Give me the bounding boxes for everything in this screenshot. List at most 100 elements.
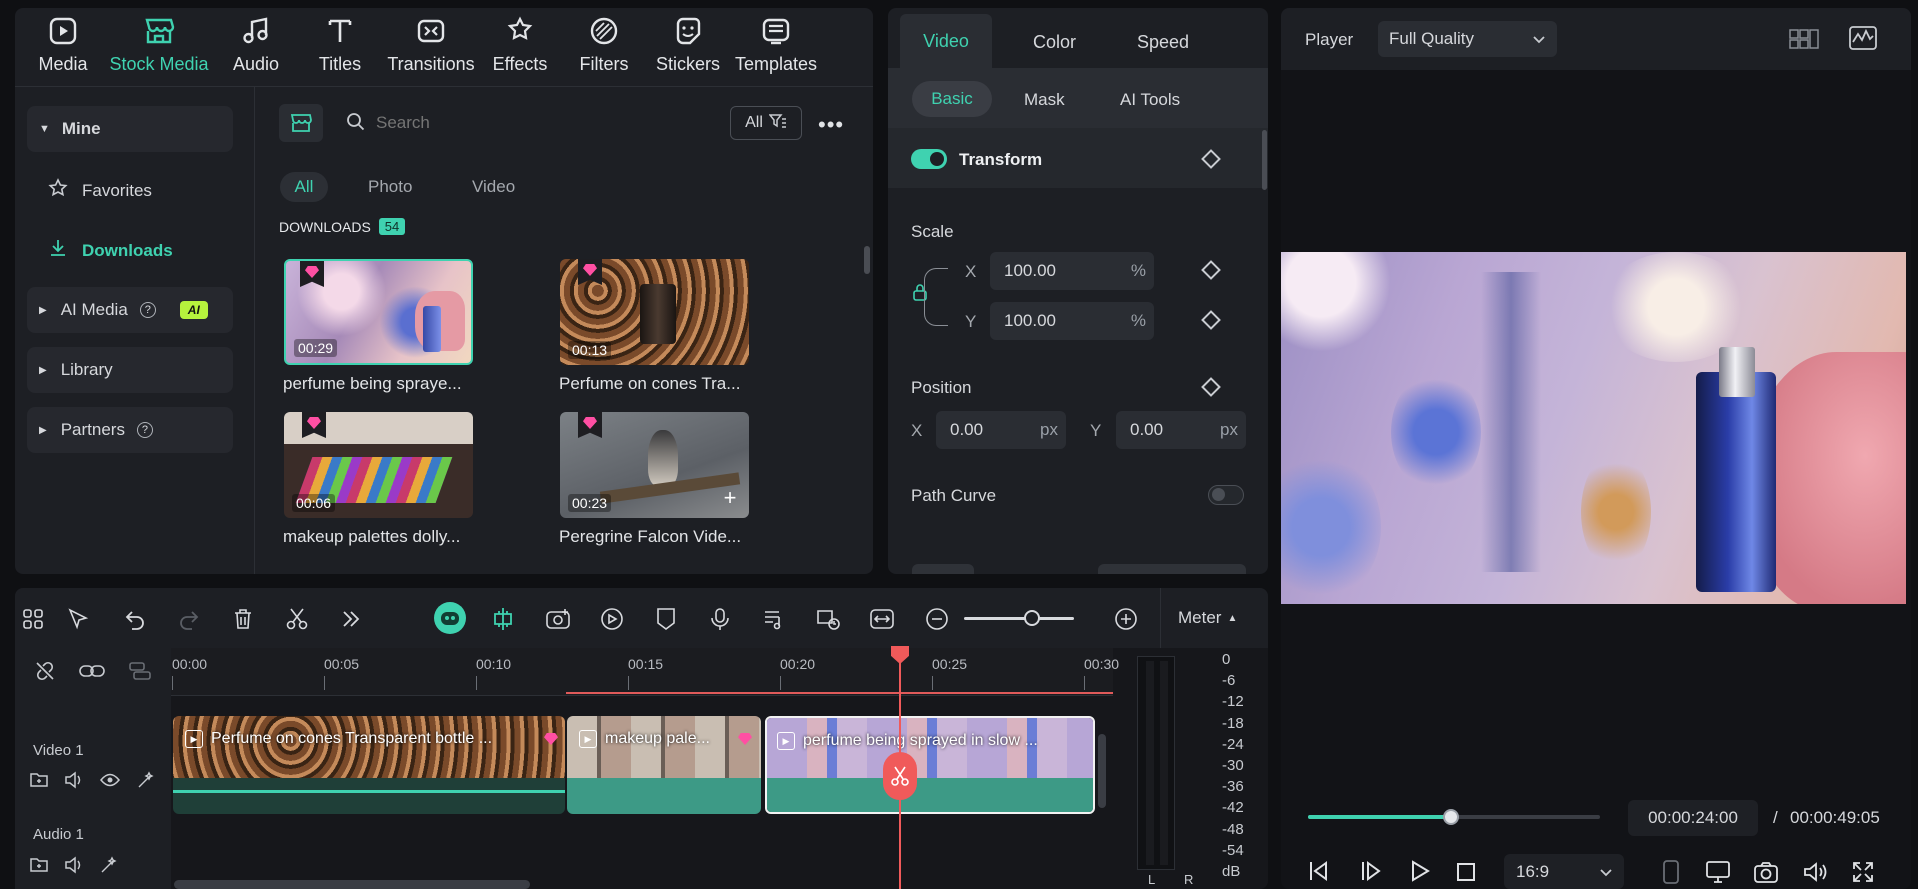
timeline-clip-selected[interactable]: ▶ perfume being sprayed in slow ... <box>765 716 1095 814</box>
nav-effects[interactable]: Effects <box>490 14 550 75</box>
snapshot-icon[interactable] <box>1753 860 1779 889</box>
motion-tracking-icon[interactable] <box>597 604 627 634</box>
split-scissors-icon[interactable] <box>282 604 312 634</box>
subtab-ai-tools[interactable]: AI Tools <box>1120 90 1180 110</box>
bottom-button-stub[interactable] <box>912 564 974 574</box>
link-icon[interactable] <box>78 661 106 686</box>
media-thumbnail[interactable]: 00:13 <box>560 259 749 365</box>
undo-icon[interactable] <box>120 604 150 634</box>
subtab-mask[interactable]: Mask <box>1024 90 1065 110</box>
zoom-out-icon[interactable] <box>922 604 952 634</box>
props-scrollbar[interactable] <box>1262 130 1267 190</box>
stop-icon[interactable] <box>1456 862 1476 887</box>
nav-media[interactable]: Media <box>32 14 94 75</box>
timeline-clip[interactable]: ▶ makeup pale... <box>567 716 761 814</box>
fit-timeline-icon[interactable] <box>867 604 897 634</box>
folder-icon[interactable] <box>30 772 48 793</box>
zoom-in-icon[interactable] <box>1111 604 1141 634</box>
video-preview[interactable] <box>1281 252 1906 604</box>
sidebar-item-downloads[interactable]: Downloads <box>48 238 173 263</box>
zoom-slider-handle[interactable] <box>1024 610 1040 626</box>
nav-filters[interactable]: Filters <box>576 14 632 75</box>
track-volume-icon[interactable] <box>64 771 84 794</box>
media-thumbnail[interactable]: 00:06 <box>284 412 473 518</box>
transform-toggle[interactable] <box>911 149 947 169</box>
filter-dropdown[interactable]: All <box>730 106 802 140</box>
nav-titles[interactable]: Titles <box>310 14 370 75</box>
tab-photo[interactable]: Photo <box>368 177 412 197</box>
nav-templates[interactable]: Templates <box>732 14 820 75</box>
store-toggle-button[interactable] <box>279 104 323 142</box>
nav-audio[interactable]: Audio <box>228 14 284 75</box>
help-icon[interactable]: ? <box>139 302 156 318</box>
sidebar-item-favorites[interactable]: Favorites <box>48 178 152 203</box>
redo-icon[interactable] <box>174 604 204 634</box>
sidebar-item-ai-media[interactable]: ▶ AI Media ? AI <box>27 287 233 333</box>
ai-assistant-icon[interactable] <box>434 602 466 634</box>
position-y-field[interactable]: 0.00 px <box>1116 411 1246 449</box>
path-curve-toggle[interactable] <box>1208 485 1244 505</box>
folder-icon[interactable] <box>30 857 48 878</box>
progress-handle[interactable] <box>1443 809 1460 825</box>
add-icon[interactable]: + <box>719 487 741 510</box>
waveform-monitor-icon[interactable] <box>1849 26 1877 55</box>
help-icon[interactable]: ? <box>136 422 153 438</box>
bottom-button-stub[interactable] <box>1098 564 1246 574</box>
video-clip-icon: ▶ <box>185 730 203 748</box>
mobile-preview-icon[interactable] <box>1662 860 1680 889</box>
current-time-field[interactable]: 00:00:24:00 <box>1628 800 1758 836</box>
caret-right-icon: ▶ <box>39 424 47 436</box>
timeline-clip[interactable]: ▶ Perfume on cones Transparent bottle ..… <box>173 716 565 814</box>
eye-icon[interactable] <box>100 773 120 792</box>
fullscreen-icon[interactable] <box>1852 861 1874 888</box>
split-scissors-marker[interactable] <box>883 752 917 800</box>
quality-dropdown[interactable]: Full Quality <box>1378 21 1557 57</box>
audio-mix-icon[interactable] <box>759 604 789 634</box>
tab-color[interactable]: Color <box>1033 32 1076 53</box>
display-settings-icon[interactable] <box>1705 860 1731 889</box>
marker-icon[interactable] <box>651 604 681 634</box>
subtab-basic[interactable]: Basic <box>912 81 992 117</box>
meter-toggle[interactable]: Meter ▲ <box>1178 608 1237 628</box>
microphone-icon[interactable] <box>705 604 735 634</box>
grid-layout-icon[interactable] <box>18 604 48 634</box>
search-input[interactable] <box>376 108 576 138</box>
ai-effect-icon[interactable] <box>100 856 118 879</box>
tab-video-props[interactable]: Video <box>900 14 992 68</box>
scale-y-field[interactable]: 100.00 % <box>990 302 1154 340</box>
track-volume-icon[interactable] <box>64 856 84 879</box>
tab-speed[interactable]: Speed <box>1137 32 1189 53</box>
nav-stickers[interactable]: Stickers <box>656 14 720 75</box>
delete-icon[interactable] <box>228 604 258 634</box>
next-frame-icon[interactable] <box>1360 860 1382 887</box>
render-preview-icon[interactable] <box>813 604 843 634</box>
zoom-slider-track[interactable] <box>964 617 1074 620</box>
position-x-field[interactable]: 0.00 px <box>936 411 1066 449</box>
timeline-hscrollbar[interactable] <box>174 880 530 889</box>
sidebar-item-library[interactable]: ▶ Library <box>27 347 233 393</box>
nav-stock-media[interactable]: Stock Media <box>108 14 210 75</box>
media-thumbnail[interactable]: 00:29 <box>284 259 473 365</box>
snap-icon[interactable] <box>488 604 518 634</box>
media-thumbnail[interactable]: + 00:23 <box>560 412 749 518</box>
timeline-vscrollbar[interactable] <box>1098 734 1106 808</box>
previous-frame-icon[interactable] <box>1308 860 1330 887</box>
auto-reframe-icon[interactable] <box>543 604 573 634</box>
select-tool-icon[interactable] <box>64 604 94 634</box>
unlink-icon[interactable] <box>34 660 56 687</box>
scale-x-field[interactable]: 100.00 % <box>990 252 1154 290</box>
nav-transitions[interactable]: Transitions <box>386 14 476 75</box>
tab-video[interactable]: Video <box>472 177 515 197</box>
layout-icon[interactable] <box>1789 28 1819 55</box>
volume-icon[interactable] <box>1802 860 1828 889</box>
scrollbar[interactable] <box>864 246 870 274</box>
track-manager-icon[interactable] <box>128 660 152 687</box>
play-icon[interactable] <box>1409 860 1431 887</box>
more-tools-icon[interactable] <box>336 604 366 634</box>
aspect-ratio-dropdown[interactable]: 16:9 <box>1504 854 1624 889</box>
tab-all[interactable]: All <box>280 172 328 202</box>
more-options-icon[interactable]: ••• <box>818 112 844 138</box>
sidebar-item-partners[interactable]: ▶ Partners ? <box>27 407 233 453</box>
sidebar-item-mine[interactable]: ▼ Mine <box>27 106 233 152</box>
ai-effect-icon[interactable] <box>137 771 155 794</box>
